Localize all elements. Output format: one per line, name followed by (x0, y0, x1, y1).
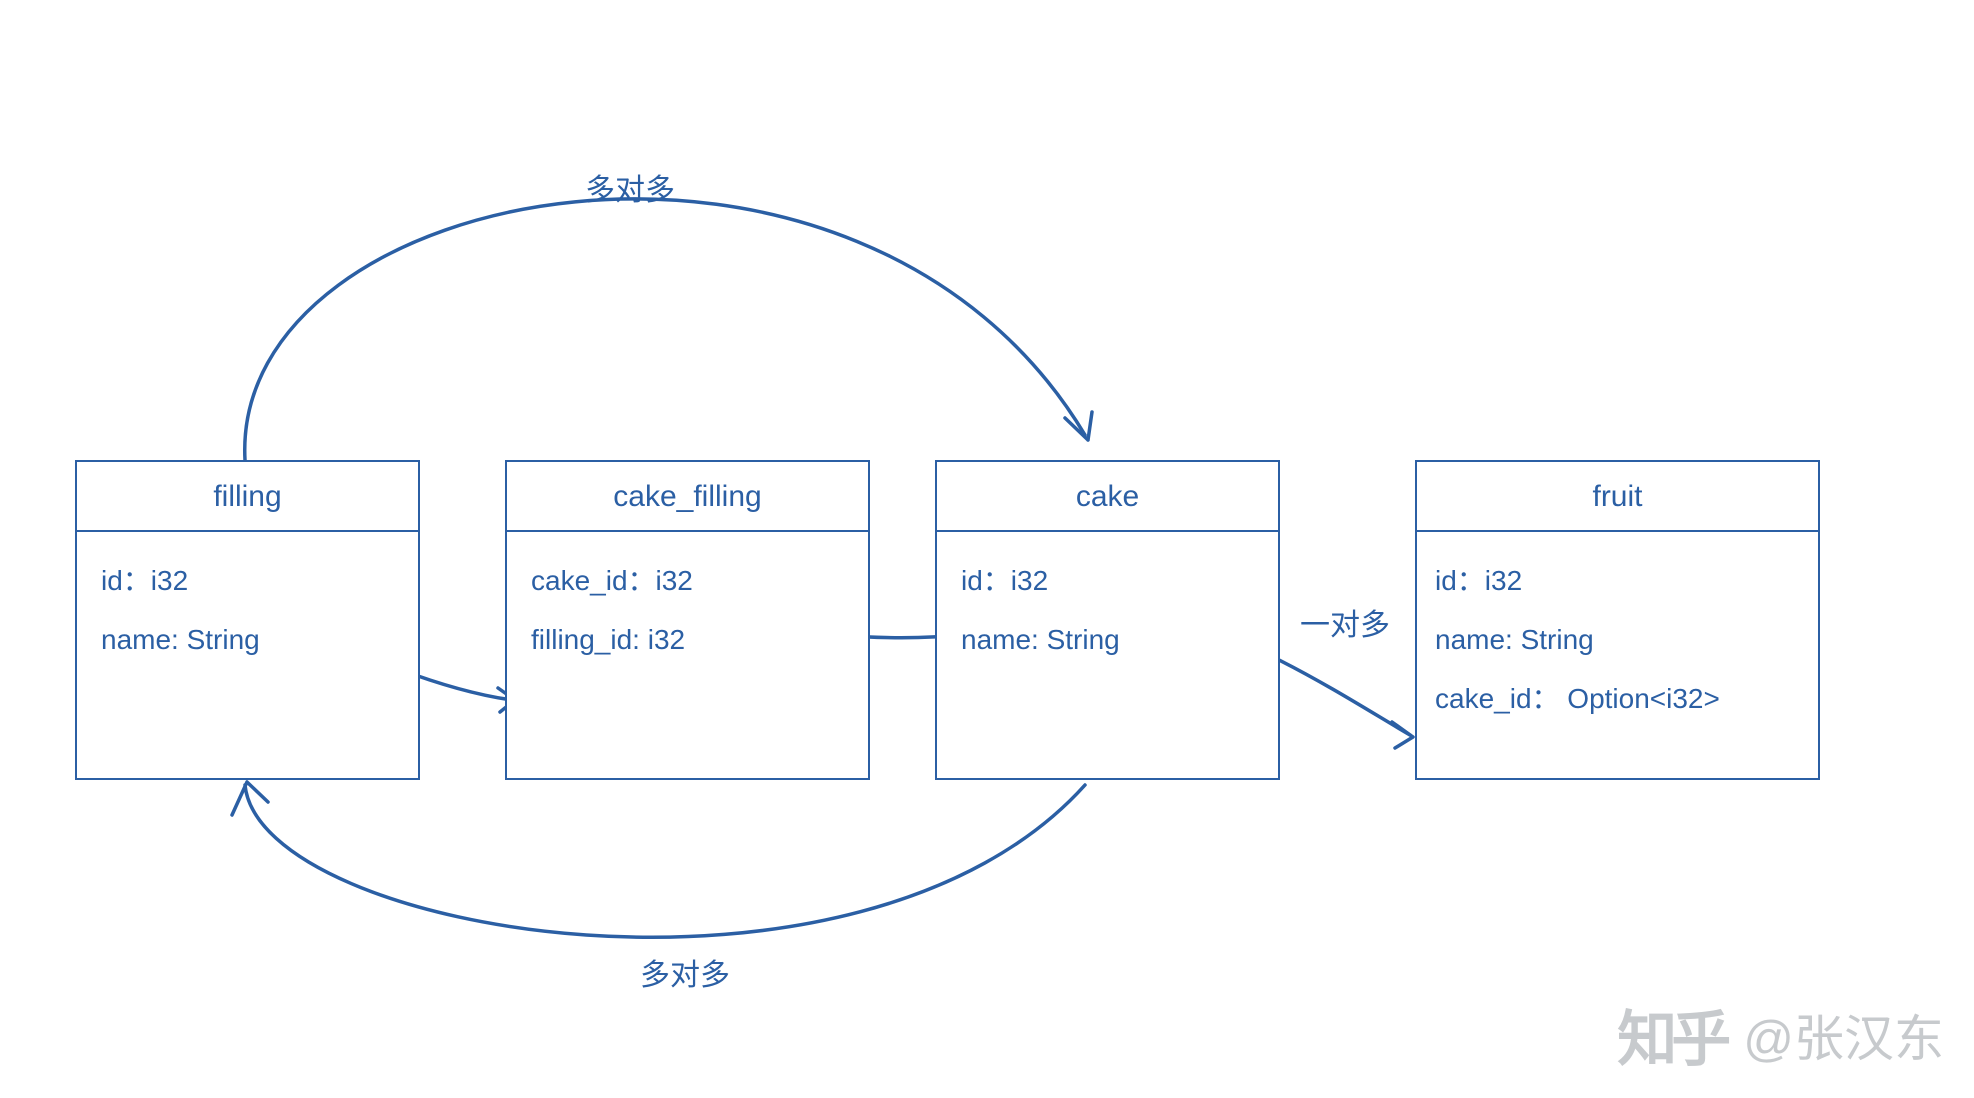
field: id：i32 (101, 552, 394, 611)
field: id：i32 (961, 552, 1254, 611)
entity-cake-title: cake (937, 462, 1278, 532)
field: cake_id：i32 (531, 552, 844, 611)
entity-fruit: fruit id：i32 name: String cake_id： Optio… (1415, 460, 1820, 780)
field: name: String (961, 611, 1254, 670)
rel-label-bottom: 多对多 (640, 950, 730, 994)
zhihu-logo: 知乎 (1617, 991, 1725, 1078)
entity-filling: filling id：i32 name: String (75, 460, 420, 780)
entity-cake-body: id：i32 name: String (937, 532, 1278, 694)
entity-cake-filling: cake_filling cake_id：i32 filling_id: i32 (505, 460, 870, 780)
entity-cake: cake id：i32 name: String (935, 460, 1280, 780)
entity-fruit-title: fruit (1417, 462, 1818, 532)
watermark-author: @张汉东 (1743, 999, 1944, 1071)
rel-label-top: 多对多 (585, 165, 675, 209)
watermark: 知乎 @张汉东 (1617, 991, 1944, 1078)
field: cake_id： Option<i32> (1435, 670, 1806, 729)
entity-cake-filling-body: cake_id：i32 filling_id: i32 (507, 532, 868, 694)
rel-label-right: 一对多 (1300, 600, 1390, 644)
entity-filling-body: id：i32 name: String (77, 532, 418, 694)
entity-filling-title: filling (77, 462, 418, 532)
field: name: String (101, 611, 394, 670)
field: filling_id: i32 (531, 611, 844, 670)
field: id：i32 (1435, 552, 1806, 611)
entity-fruit-body: id：i32 name: String cake_id： Option<i32> (1417, 532, 1818, 752)
entity-cake-filling-title: cake_filling (507, 462, 868, 532)
field: name: String (1435, 611, 1806, 670)
